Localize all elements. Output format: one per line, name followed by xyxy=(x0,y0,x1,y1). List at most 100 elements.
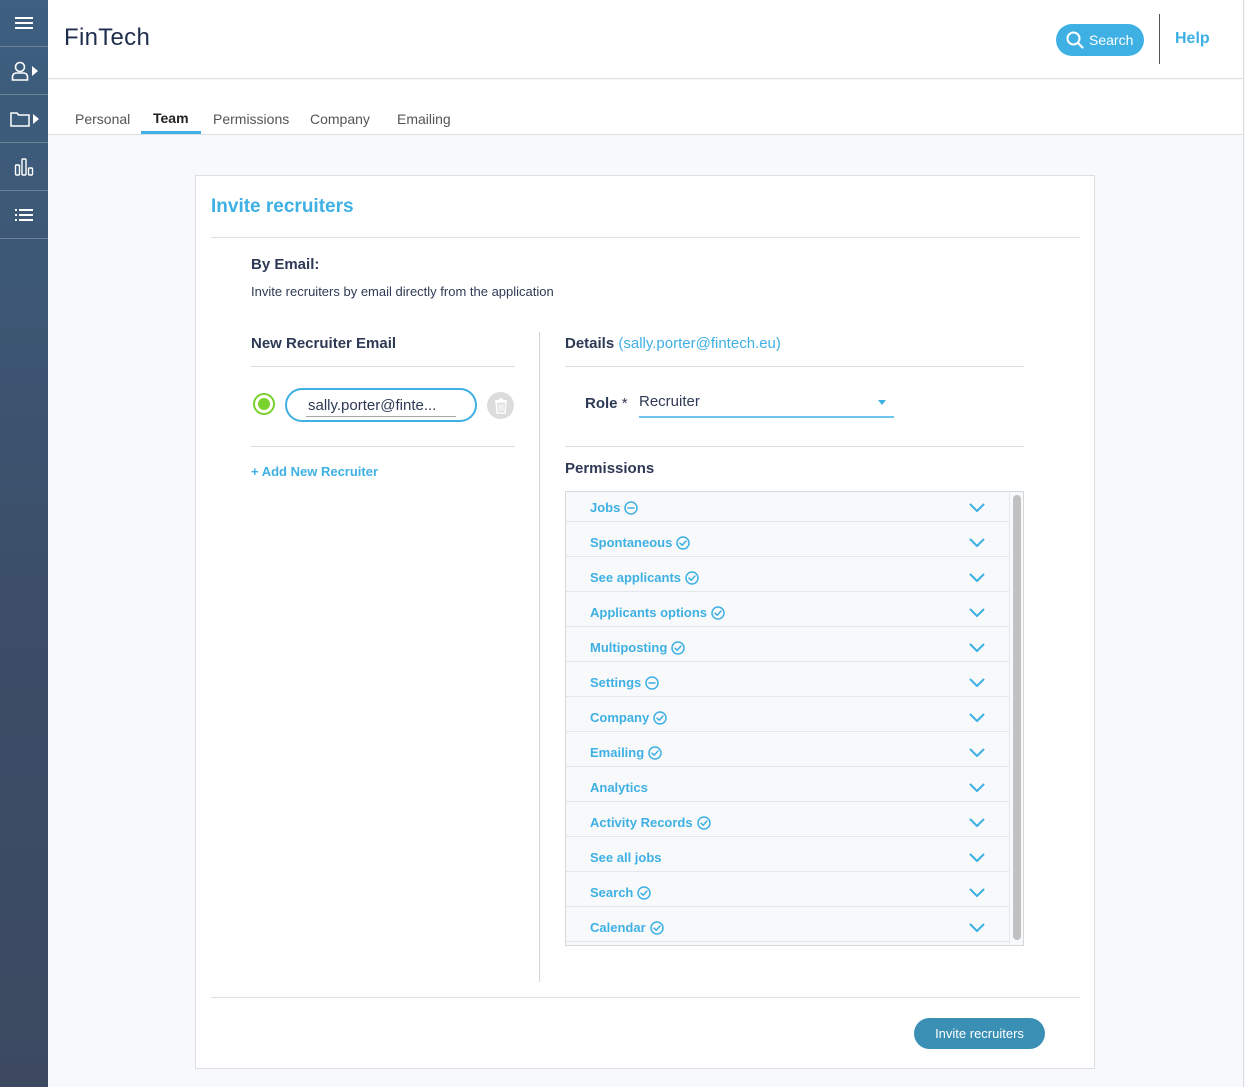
minus-circle-icon xyxy=(624,500,639,515)
recruiter-select-radio[interactable] xyxy=(253,393,275,415)
scrollbar-thumb[interactable] xyxy=(1013,495,1021,940)
sidebar-item-list[interactable] xyxy=(0,191,48,239)
minus-circle-icon xyxy=(645,675,660,690)
permission-row[interactable]: Activity Records xyxy=(566,802,1009,837)
permission-row[interactable]: See applicants xyxy=(566,557,1009,592)
permission-label: Analytics xyxy=(590,780,648,795)
permission-label: Settings xyxy=(590,675,660,690)
new-recruiter-email-heading: New Recruiter Email xyxy=(251,335,397,352)
permission-row[interactable]: See all jobs xyxy=(566,837,1009,872)
permission-name: Analytics xyxy=(590,780,648,795)
chevron-down-icon[interactable] xyxy=(969,678,985,688)
chevron-down-icon[interactable] xyxy=(969,783,985,793)
divider xyxy=(211,997,1080,998)
permission-row[interactable]: Emailing xyxy=(566,732,1009,767)
tab-permissions[interactable]: Permissions xyxy=(213,111,289,134)
check-circle-icon xyxy=(676,535,691,550)
permission-label: Jobs xyxy=(590,500,639,515)
permission-label: Company xyxy=(590,710,667,725)
permission-name: Company xyxy=(590,710,650,725)
divider xyxy=(565,366,1024,367)
permissions-heading: Permissions xyxy=(565,460,655,477)
role-select-value: Recruiter xyxy=(639,393,700,410)
chevron-down-icon[interactable] xyxy=(969,748,985,758)
chevron-down-icon[interactable] xyxy=(969,643,985,653)
app-title: FinTech xyxy=(64,24,151,51)
sidebar-item-users[interactable] xyxy=(0,47,48,95)
permission-row[interactable]: Company xyxy=(566,697,1009,732)
chevron-down-icon[interactable] xyxy=(969,818,985,828)
permission-row[interactable]: Search xyxy=(566,872,1009,907)
permission-name: Search xyxy=(590,885,634,900)
permission-row[interactable]: Spontaneous xyxy=(566,522,1009,557)
search-button-label: Search xyxy=(1089,32,1134,48)
permission-row[interactable]: Multiposting xyxy=(566,627,1009,662)
by-email-heading: By Email: xyxy=(251,256,320,273)
user-icon xyxy=(11,61,28,81)
permission-label: Emailing xyxy=(590,745,662,760)
chevron-down-icon[interactable] xyxy=(969,608,985,618)
search-icon xyxy=(1066,31,1084,49)
permissions-scrollbar[interactable] xyxy=(1009,492,1023,945)
permission-row[interactable]: Calendar xyxy=(566,907,1009,942)
permission-row[interactable]: Applicants options xyxy=(566,592,1009,627)
permission-label: See applicants xyxy=(590,570,699,585)
recruiter-email-input[interactable] xyxy=(306,395,456,417)
submenu-caret-icon xyxy=(32,113,39,124)
delete-recruiter-button[interactable] xyxy=(487,392,514,419)
tab-personal[interactable]: Personal xyxy=(75,111,130,134)
invite-recruiters-card: Invite recruiters By Email: Invite recru… xyxy=(195,175,1095,1069)
chevron-down-icon[interactable] xyxy=(969,923,985,933)
permission-name: Settings xyxy=(590,675,642,690)
permission-label: Spontaneous xyxy=(590,535,691,550)
check-circle-icon xyxy=(671,640,686,655)
permission-row[interactable]: Jobs xyxy=(566,492,1009,522)
dropdown-caret-icon xyxy=(878,400,886,405)
search-button[interactable]: Search xyxy=(1056,24,1144,56)
email-field-wrapper xyxy=(285,388,477,422)
permission-row[interactable]: Analytics xyxy=(566,767,1009,802)
permission-label: Applicants options xyxy=(590,605,725,620)
divider xyxy=(565,446,1024,447)
sidebar-item-folders[interactable] xyxy=(0,95,48,143)
chevron-down-icon[interactable] xyxy=(969,713,985,723)
permission-label: Activity Records xyxy=(590,815,711,830)
role-label-text: Role xyxy=(585,395,618,412)
permission-name: Emailing xyxy=(590,745,645,760)
details-email: (sally.porter@fintech.eu) xyxy=(618,335,781,352)
check-circle-icon xyxy=(648,745,662,760)
role-select[interactable]: Recruiter xyxy=(639,388,894,418)
permission-name: Applicants options xyxy=(590,605,707,620)
tab-company[interactable]: Company xyxy=(310,111,370,134)
permission-name: Jobs xyxy=(590,500,621,515)
hamburger-menu-icon xyxy=(15,17,33,29)
permission-label: See all jobs xyxy=(590,850,662,865)
check-circle-icon xyxy=(649,920,664,935)
chevron-down-icon[interactable] xyxy=(969,888,985,898)
permission-row[interactable]: Settings xyxy=(566,662,1009,697)
details-heading: Details (sally.porter@fintech.eu) xyxy=(565,335,781,352)
divider xyxy=(251,446,515,447)
permission-name: Spontaneous xyxy=(590,535,673,550)
sidebar-menu-toggle[interactable] xyxy=(0,0,48,47)
tab-emailing[interactable]: Emailing xyxy=(397,111,451,134)
chevron-down-icon[interactable] xyxy=(969,538,985,548)
help-link[interactable]: Help xyxy=(1175,30,1210,48)
permission-name: See all jobs xyxy=(590,850,662,865)
top-header: FinTech Search Help xyxy=(48,0,1243,79)
trash-icon xyxy=(494,398,507,414)
sidebar-item-analytics[interactable] xyxy=(0,143,48,191)
add-new-recruiter-link[interactable]: + Add New Recruiter xyxy=(251,464,378,479)
tabs-bar: Personal Team Permissions Company Emaili… xyxy=(48,80,1243,135)
chevron-down-icon[interactable] xyxy=(969,853,985,863)
divider xyxy=(251,366,515,367)
chevron-down-icon[interactable] xyxy=(969,503,985,513)
tab-team[interactable]: Team xyxy=(141,110,200,134)
invite-recruiters-button[interactable]: Invite recruiters xyxy=(914,1018,1045,1049)
permission-name: Activity Records xyxy=(590,815,693,830)
role-label: Role * xyxy=(585,395,628,412)
permission-label: Multiposting xyxy=(590,640,686,655)
chevron-down-icon[interactable] xyxy=(969,573,985,583)
permission-name: See applicants xyxy=(590,570,682,585)
details-label: Details xyxy=(565,335,615,352)
